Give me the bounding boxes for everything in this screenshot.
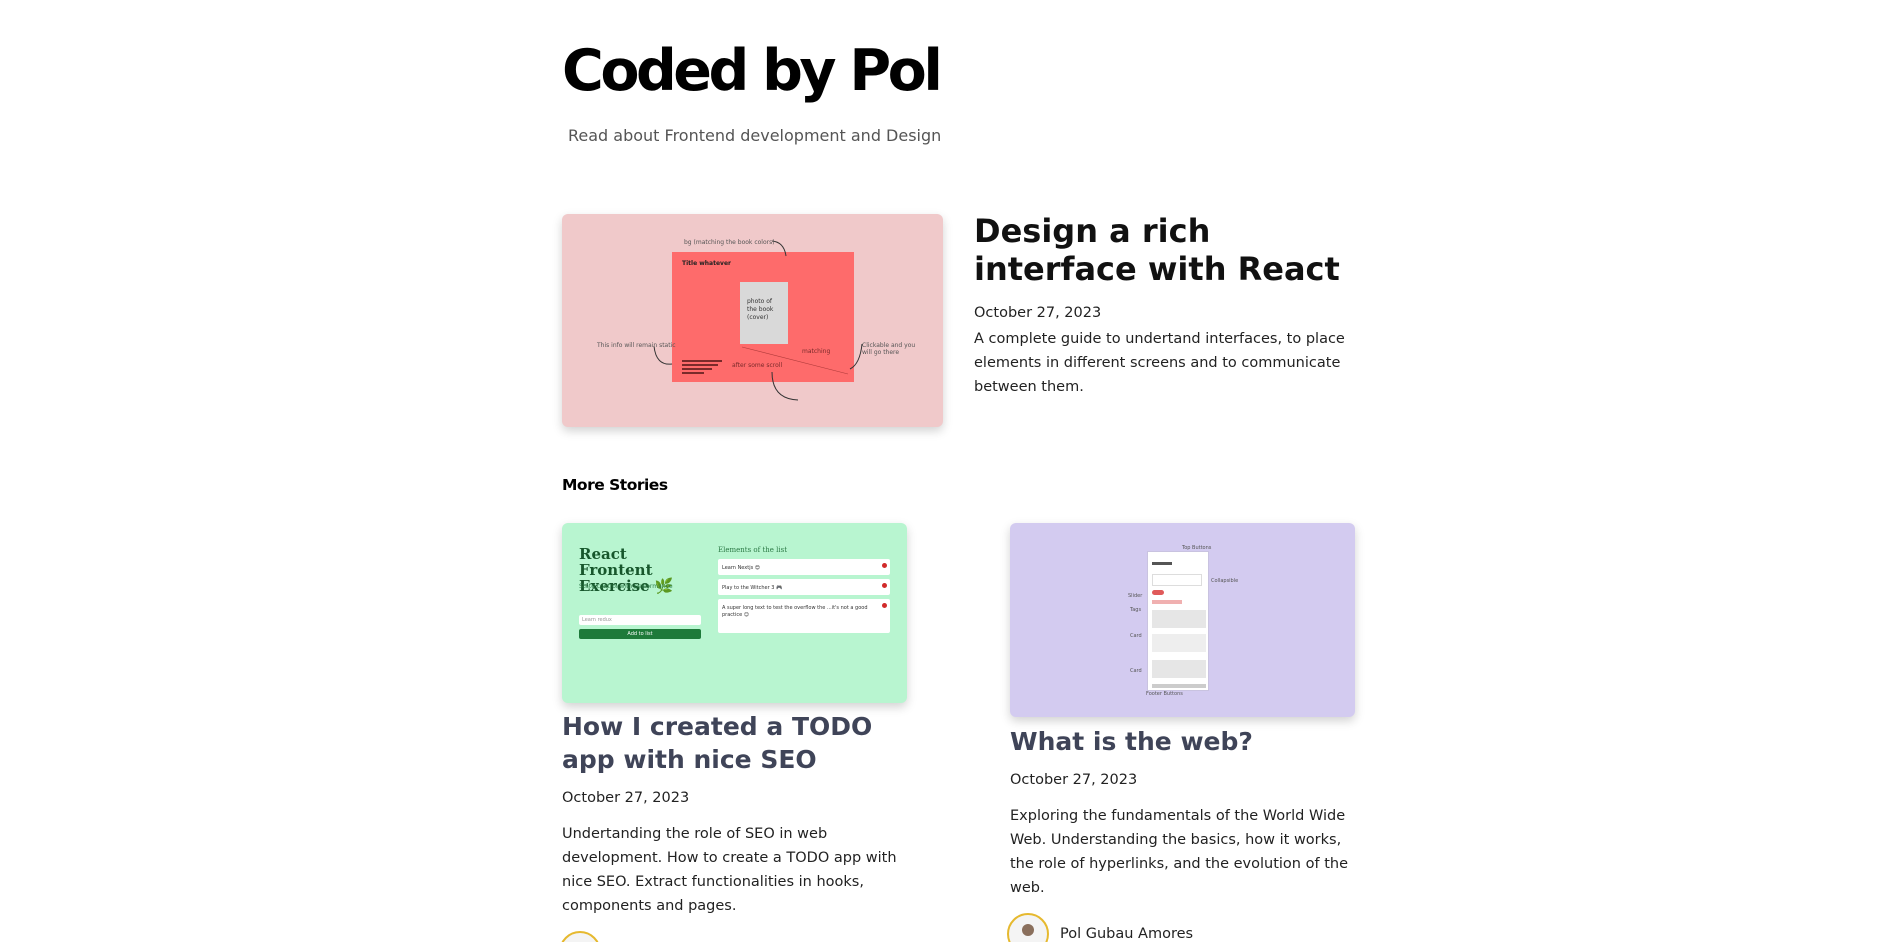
thumb-delete-dot [882, 563, 887, 568]
story-date: October 27, 2023 [1010, 772, 1138, 788]
story-author: Pol Gubau Amores [1007, 913, 1355, 942]
story-image[interactable]: React Frontent Exercise 🌿 State control … [562, 523, 907, 703]
thumb-input: Learn redux [579, 615, 701, 625]
author-name[interactable]: Pol Gubau Amores [1060, 926, 1193, 942]
hero-ill-note: matching [802, 348, 831, 355]
story-date: October 27, 2023 [562, 790, 690, 806]
thumb-note: Footer Buttons [1146, 691, 1183, 697]
thumb-list-item: Learn Nextjs 😍 [718, 559, 890, 575]
hero-post-title[interactable]: Design a rich interface with React [974, 212, 1374, 288]
thumb-note: Top Buttons [1182, 545, 1212, 551]
page-container: Coded by Pol Read about Frontend develop… [559, 0, 1362, 942]
thumb-list-item: Play to the Witcher 3 🎮 [718, 579, 890, 595]
thumb-button: Add to list [579, 629, 701, 639]
story-card: React Frontent Exercise 🌿 State control … [559, 523, 907, 942]
thumb-note: Card [1130, 668, 1142, 674]
avatar-person-icon [1022, 924, 1034, 936]
site-subtitle: Read about Frontend development and Desi… [568, 126, 942, 145]
site-title[interactable]: Coded by Pol [562, 38, 943, 104]
avatar[interactable] [559, 931, 601, 942]
hero-ill-note: photo of the book (cover) [747, 298, 774, 321]
hero-post-date: October 27, 2023 [974, 305, 1102, 321]
avatar[interactable] [1007, 913, 1049, 942]
story-title[interactable]: How I created a TODO app with nice SEO [562, 710, 907, 776]
story-title[interactable]: What is the web? [1010, 725, 1355, 758]
story-card: Top Buttons Collapsible Slider Tags Card… [1007, 523, 1355, 942]
thumb-phone-mockup [1147, 551, 1209, 691]
thumb-delete-dot [882, 603, 887, 608]
thumb-delete-dot [882, 583, 887, 588]
more-stories-heading: More Stories [562, 476, 668, 494]
hero-ill-note: bg (matching the book colors) [684, 239, 775, 246]
thumb-list-item: A super long text to test the overflow t… [718, 599, 890, 633]
thumb-note: Card [1130, 633, 1142, 639]
hero-ill-note: This info will remain static [597, 342, 676, 349]
story-excerpt: Exploring the fundamentals of the World … [1010, 808, 1348, 896]
avatar-person-icon [561, 933, 599, 942]
thumb-tagline: State control with performance [579, 583, 673, 590]
story-image[interactable]: Top Buttons Collapsible Slider Tags Card… [1010, 523, 1355, 717]
story-excerpt: Undertanding the role of SEO in web deve… [562, 826, 897, 914]
hero-post-image[interactable]: bg (matching the book colors) Title what… [562, 214, 943, 427]
hero-ill-note: after some scroll [732, 362, 783, 369]
hero-post-excerpt: A complete guide to undertand interfaces… [974, 331, 1345, 395]
thumb-note: Collapsible [1211, 578, 1239, 584]
story-author [559, 931, 907, 942]
thumb-list-title: Elements of the list [718, 546, 788, 554]
hero-ill-note: Clickable and you will go there [862, 342, 916, 356]
hero-ill-note: Title whatever [682, 260, 731, 267]
thumb-note: Tags [1130, 607, 1142, 613]
thumb-note: Slider [1128, 593, 1143, 599]
